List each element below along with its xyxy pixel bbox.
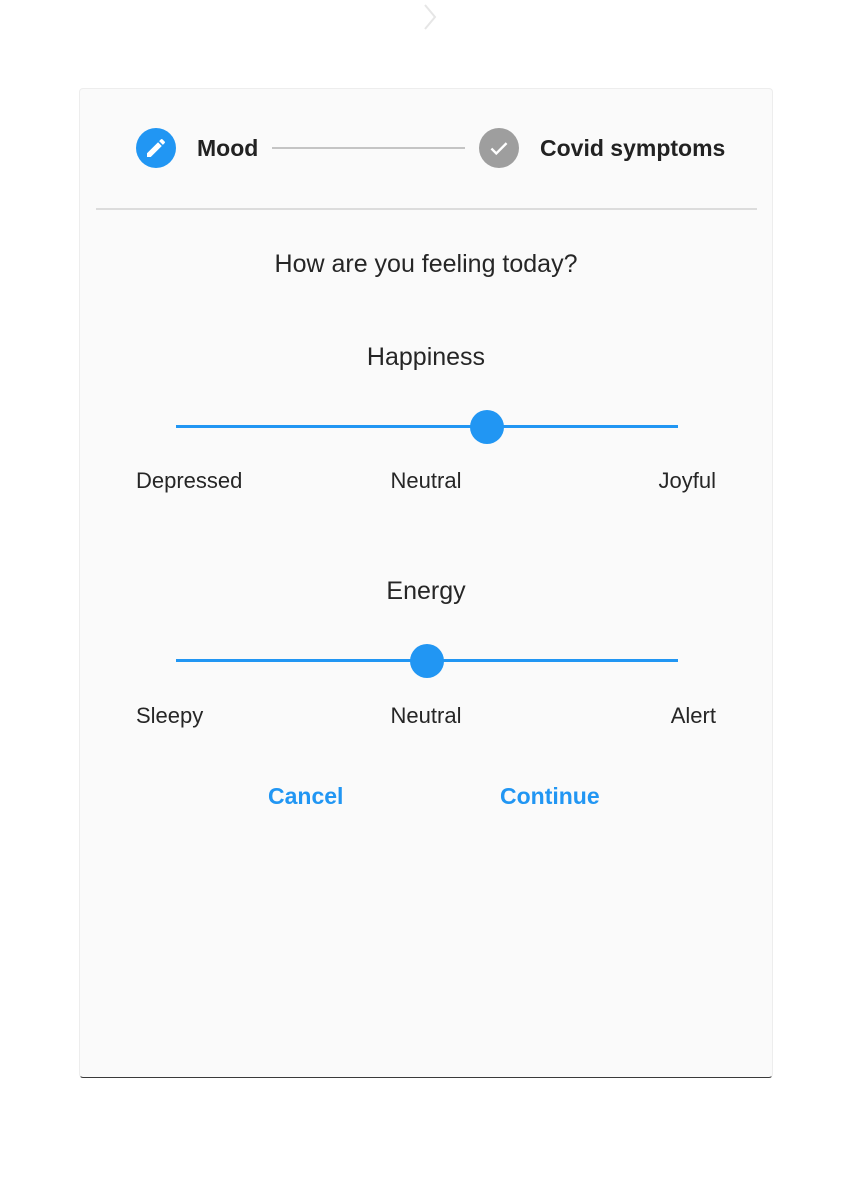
slider-thumb[interactable] <box>410 644 444 678</box>
happiness-max-label: Joyful <box>658 468 716 493</box>
mood-stepper-card: Mood Covid symptoms How are you feeling … <box>79 88 773 1078</box>
step-mood-label[interactable]: Mood <box>197 135 258 161</box>
slider-track[interactable] <box>176 425 678 428</box>
check-icon <box>490 142 508 156</box>
step-mood-indicator[interactable] <box>136 128 176 168</box>
header-divider <box>96 208 757 210</box>
cancel-button[interactable]: Cancel <box>268 781 343 811</box>
energy-slider[interactable] <box>176 641 678 681</box>
happiness-slider-title: Happiness <box>366 343 486 371</box>
happiness-slider[interactable] <box>176 407 678 447</box>
question-heading: How are you feeling today? <box>274 250 578 278</box>
step-connector <box>272 147 465 149</box>
happiness-slider-labels: Depressed Neutral Joyful <box>136 467 716 497</box>
energy-slider-labels: Sleepy Neutral Alert <box>136 702 716 732</box>
energy-max-label: Alert <box>670 703 716 728</box>
happiness-mid-label: Neutral <box>390 468 462 493</box>
stepper-header: Mood Covid symptoms <box>80 89 772 209</box>
slider-thumb[interactable] <box>470 410 505 444</box>
pencil-icon <box>147 138 166 157</box>
step-covid-symptoms-label[interactable]: Covid symptoms <box>540 135 725 161</box>
step-covid-symptoms-indicator[interactable] <box>479 128 519 168</box>
energy-slider-title: Energy <box>386 577 466 605</box>
energy-mid-label: Neutral <box>390 703 462 728</box>
faint-arrow-icon <box>424 4 437 30</box>
continue-button[interactable]: Continue <box>500 781 600 811</box>
